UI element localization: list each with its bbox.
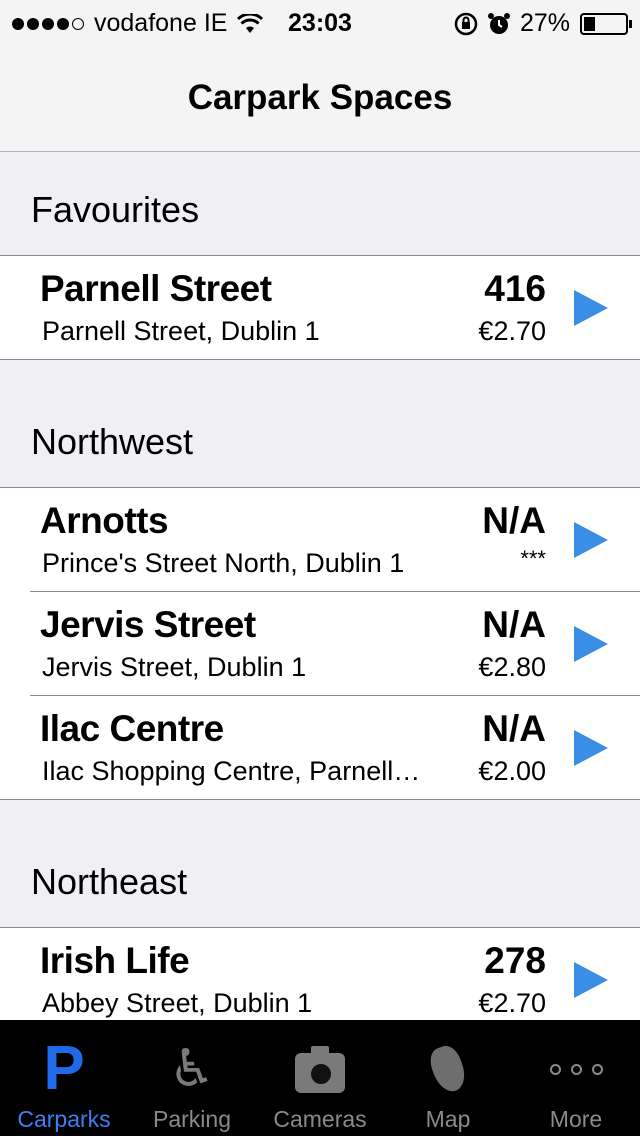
battery-icon (580, 12, 632, 35)
carpark-spaces: N/A (482, 604, 546, 645)
carpark-name: Arnotts (40, 500, 169, 541)
tab-label: Parking (153, 1106, 231, 1132)
carpark-price: €2.00 (478, 756, 546, 786)
status-right: 27% (454, 9, 632, 38)
carpark-row-jervis-street[interactable]: Jervis Street Jervis Street, Dublin 1 N/… (0, 592, 640, 696)
disclosure-arrow-icon[interactable] (574, 626, 608, 662)
tab-parking[interactable]: ♿ Parking (128, 1020, 256, 1136)
section-header-northeast: Northeast (0, 800, 640, 928)
carpark-row-arnotts[interactable]: Arnotts Prince's Street North, Dublin 1 … (0, 488, 640, 592)
carpark-name: Jervis Street (40, 604, 256, 645)
carpark-price: €2.70 (478, 988, 546, 1018)
carpark-row-irish-life[interactable]: Irish Life Abbey Street, Dublin 1 278 €2… (0, 928, 640, 1020)
carpark-address: Jervis Street, Dublin 1 (42, 652, 307, 682)
section-header-label: Favourites (31, 189, 200, 230)
carpark-row-parnell-street[interactable]: Parnell Street Parnell Street, Dublin 1 … (0, 256, 640, 360)
tab-more[interactable]: More (512, 1020, 640, 1136)
carpark-name: Ilac Centre (40, 708, 224, 749)
carpark-address: Prince's Street North, Dublin 1 (42, 548, 405, 578)
tab-bar: P Carparks ♿ Parking Cameras Map More (0, 1020, 640, 1136)
tab-map[interactable]: Map (384, 1020, 512, 1136)
carpark-price: *** (520, 546, 546, 571)
tab-label: More (549, 1106, 603, 1132)
parking-p-icon: P (43, 1034, 85, 1103)
wheelchair-icon: ♿ (168, 1040, 216, 1098)
more-dots-icon (548, 1038, 604, 1100)
section-header-favourites: Favourites (0, 152, 640, 256)
status-bar: vodafone IE 23:03 27% (0, 0, 640, 48)
carpark-table[interactable]: Favourites Parnell Street Parnell Street… (0, 152, 640, 1020)
section-header-northwest: Northwest (0, 360, 640, 488)
carpark-row-ilac-centre[interactable]: Ilac Centre Ilac Shopping Centre, Parnel… (0, 696, 640, 800)
camera-icon (292, 1038, 348, 1100)
carpark-address: Abbey Street, Dublin 1 (42, 988, 313, 1018)
disclosure-arrow-icon[interactable] (574, 522, 608, 558)
section-header-label: Northeast (31, 861, 188, 902)
tab-cameras[interactable]: Cameras (256, 1020, 384, 1136)
disclosure-arrow-icon[interactable] (574, 730, 608, 766)
carpark-spaces: N/A (482, 708, 546, 749)
carpark-address: Parnell Street, Dublin 1 (42, 316, 320, 346)
carpark-price: €2.70 (478, 316, 546, 346)
disclosure-arrow-icon[interactable] (574, 290, 608, 326)
carpark-spaces: 278 (484, 940, 546, 981)
carpark-price: €2.80 (478, 652, 546, 682)
section-header-label: Northwest (31, 421, 194, 462)
orientation-lock-icon (454, 12, 478, 35)
navigation-bar: Carpark Spaces (0, 48, 640, 152)
carpark-name: Parnell Street (40, 268, 272, 309)
battery-percent: 27% (519, 9, 570, 37)
tab-label: Cameras (273, 1106, 367, 1132)
tab-label: Carparks (17, 1106, 111, 1132)
tab-label: Map (425, 1106, 471, 1132)
disclosure-arrow-icon[interactable] (574, 962, 608, 998)
tab-carparks[interactable]: P Carparks (0, 1020, 128, 1136)
alarm-icon (487, 12, 510, 34)
carpark-spaces: 416 (484, 268, 546, 309)
carpark-address: Ilac Shopping Centre, Parnell… (42, 756, 421, 786)
map-pin-icon (420, 1038, 476, 1100)
page-title: Carpark Spaces (187, 78, 453, 117)
carpark-spaces: N/A (482, 500, 546, 541)
carpark-name: Irish Life (40, 940, 190, 981)
